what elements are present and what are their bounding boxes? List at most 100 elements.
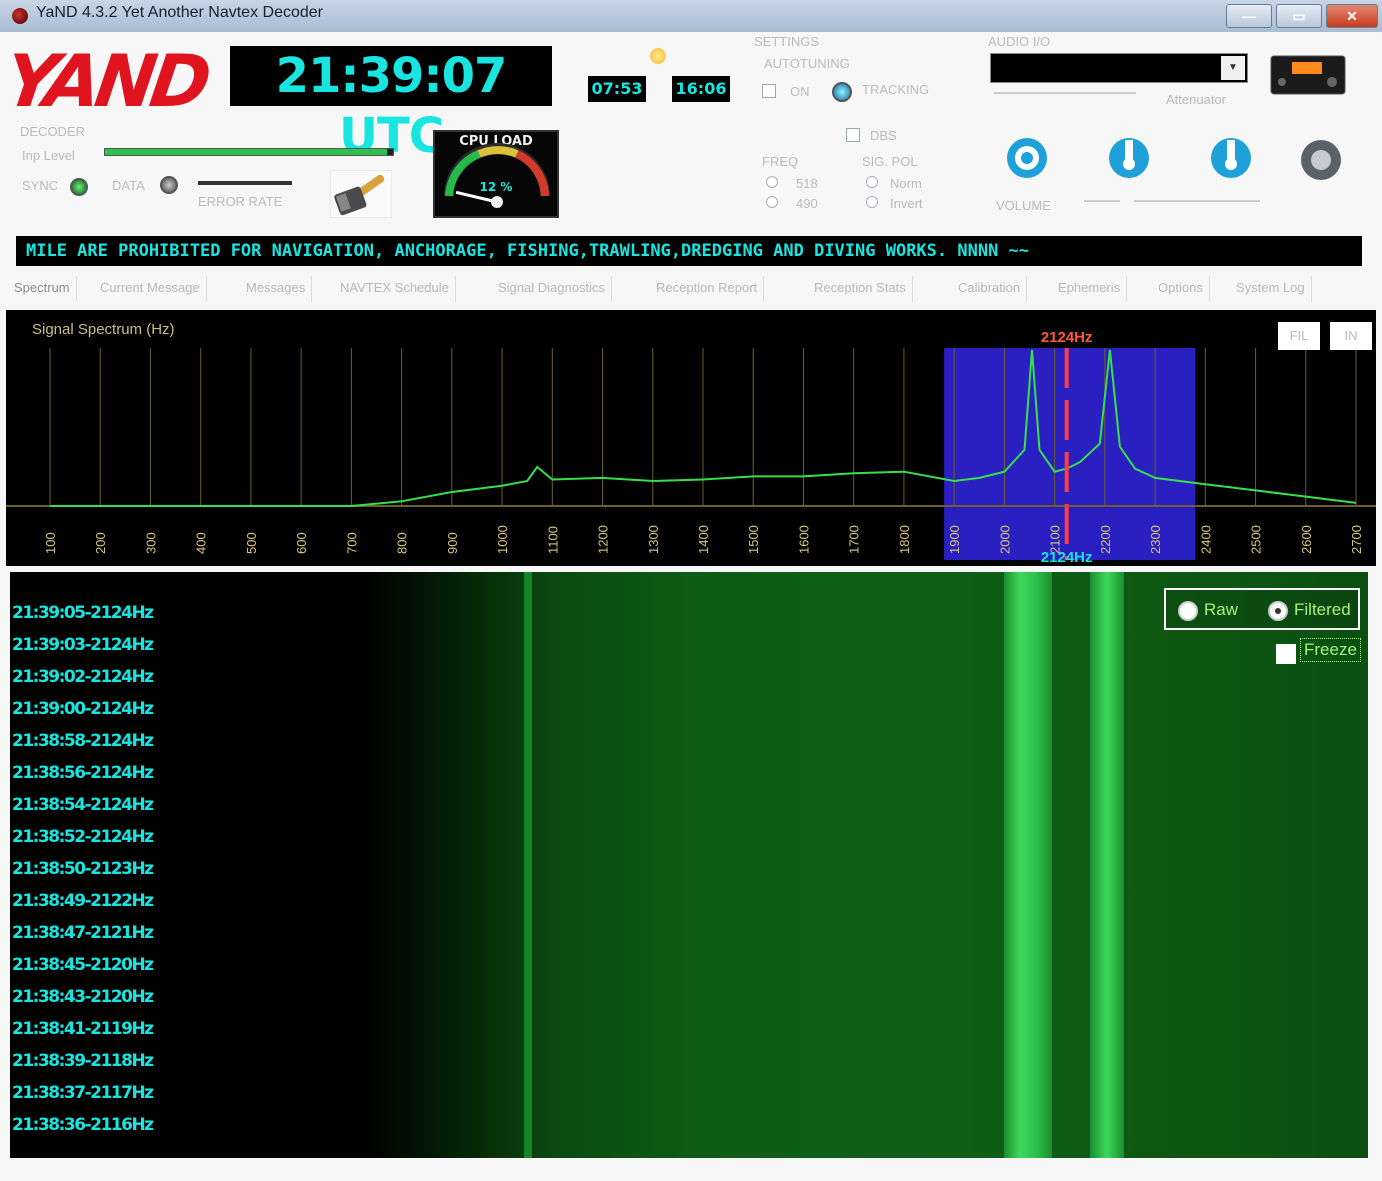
x-tick-label: 1600 [796,525,811,554]
waterfall-timestamp: 21:38:50-2123Hz [12,859,154,879]
spectrum-title: Signal Spectrum (Hz) [32,321,175,338]
autotuning-label: AUTOTUNING [764,56,850,71]
tab-ephemeris[interactable]: Ephemeris [1052,276,1128,302]
cpu-load-gauge: CPU LOAD 12 % [433,130,559,218]
marker-label-top: 2124Hz [1041,329,1093,346]
x-tick-label: 1800 [897,525,912,554]
waterfall-mode-group: Raw Filtered [1164,588,1360,630]
x-tick-label: 2000 [997,525,1012,554]
freeze-checkbox[interactable] [1276,644,1296,664]
tab-calibration[interactable]: Calibration [952,276,1028,302]
sun-icon [650,48,666,64]
filtered-radio[interactable] [1268,601,1288,621]
chevron-down-icon[interactable]: ▼ [1221,56,1245,80]
x-tick-label: 600 [294,532,309,554]
autotuning-on-checkbox[interactable] [762,84,776,98]
tab-signal-diagnostics[interactable]: Signal Diagnostics [492,276,612,302]
tab-reception-report[interactable]: Reception Report [650,276,765,302]
tab-options[interactable]: Options [1152,276,1210,302]
waterfall-timestamp: 21:38:39-2118Hz [12,1051,154,1071]
waterfall-timestamp: 21:38:54-2124Hz [12,795,154,815]
sig-pol-norm-radio[interactable] [866,176,878,188]
volume-slider-right[interactable] [1134,200,1260,202]
raw-label: Raw [1204,600,1239,619]
tab-messages[interactable]: Messages [240,276,313,302]
volume-label: VOLUME [996,198,1051,213]
freeze-label: Freeze [1300,638,1361,662]
volume-slider-left[interactable] [1084,200,1120,202]
tracking-button[interactable] [832,82,852,102]
speaker-right-icon[interactable] [1196,126,1266,190]
waterfall-timestamp: 21:38:43-2120Hz [12,987,154,1007]
x-tick-label: 2700 [1349,525,1364,554]
waterfall-timestamp: 21:39:00-2124Hz [12,699,154,719]
audio-device-select[interactable]: ▼ [990,53,1248,83]
x-tick-label: 2200 [1098,525,1113,554]
radio-receiver-icon[interactable] [1270,52,1346,96]
freq-518-label: 518 [796,176,818,191]
sig-pol-invert-label: Invert [890,196,923,211]
hammer-icon[interactable] [330,170,392,218]
x-tick-label: 1100 [545,526,560,554]
x-tick-label: 1700 [847,525,862,554]
x-tick-label: 300 [143,532,158,554]
attenuator-slider[interactable] [994,92,1136,94]
speaker-icon[interactable] [1286,126,1356,190]
x-tick-label: 800 [395,532,410,554]
volume-knob-icon[interactable] [992,126,1062,190]
input-level-fill [105,149,388,155]
filter-button[interactable]: FIL [1278,322,1320,350]
sig-pol-norm-label: Norm [890,176,922,191]
logo-text: YAND [10,40,216,120]
tab-navtex-schedule[interactable]: NAVTEX Schedule [334,276,456,302]
x-tick-label: 2300 [1148,525,1163,554]
waterfall-timestamps: 21:39:05-2124Hz 21:39:03-2124Hz 21:39:02-2… [12,602,154,1146]
freq-518-radio[interactable] [766,176,778,188]
sunrise-time: 07:53 [588,76,646,102]
error-rate-bar [198,181,292,185]
waterfall-space-trace [1090,572,1124,1158]
x-tick-label: 1500 [746,525,761,554]
tracking-label: TRACKING [862,82,930,97]
sync-label: SYNC [22,178,59,193]
waterfall-timestamp: 21:39:05-2124Hz [12,603,154,623]
cpu-load-value: 12 % [479,180,513,194]
yand-logo: YAND [10,40,216,120]
sunset-time: 16:06 [672,76,730,102]
sig-pol-invert-radio[interactable] [866,196,878,208]
input-button[interactable]: IN [1330,322,1372,350]
waterfall-timestamp: 21:38:37-2117Hz [12,1083,154,1103]
waterfall-timestamp: 21:38:58-2124Hz [12,731,154,751]
window-title: YaND 4.3.2 Yet Another Navtex Decoder [36,4,323,21]
message-ticker: MILE ARE PROHIBITED FOR NAVIGATION, ANCH… [16,236,1362,266]
input-level-bar [104,148,394,156]
x-tick-label: 1000 [495,525,510,554]
dbs-checkbox[interactable] [846,128,860,142]
app-window: YaND 4.3.2 Yet Another Navtex Decoder — … [0,0,1382,1181]
waterfall-timestamp: 21:38:41-2119Hz [12,1019,154,1039]
minimize-button[interactable]: — [1226,4,1272,28]
tab-reception-stats[interactable]: Reception Stats [808,276,913,302]
cpu-gauge-dial [444,143,550,208]
tab-current-message[interactable]: Current Message [94,276,207,302]
freq-490-radio[interactable] [766,196,778,208]
waterfall-background [10,572,1368,1158]
speaker-left-icon[interactable] [1094,126,1164,190]
signal-spectrum-panel[interactable]: 100 200 300 400 500 600 700 800 900 1000 1100 1200 1… [6,310,1376,566]
waterfall-mark-trace [1004,572,1052,1158]
x-tick-label: 1300 [646,525,661,554]
autotuning-on-label: ON [790,84,810,99]
maximize-button[interactable]: ▭ [1276,4,1322,28]
raw-radio[interactable] [1178,601,1198,621]
decoder-label: DECODER [20,124,86,139]
close-button[interactable]: ✕ [1326,4,1378,28]
freq-label: FREQ [762,154,799,169]
app-icon [12,8,28,24]
dbs-label: DBS [870,128,897,143]
tab-system-log[interactable]: System Log [1230,276,1312,302]
freq-490-label: 490 [796,196,818,211]
waterfall-display[interactable]: 21:39:05-2124Hz 21:39:03-2124Hz 21:39:02-2… [10,572,1368,1158]
x-tick-label: 700 [344,532,359,554]
waterfall-timestamp: 21:38:45-2120Hz [12,955,154,975]
tab-spectrum[interactable]: Spectrum [8,276,77,302]
